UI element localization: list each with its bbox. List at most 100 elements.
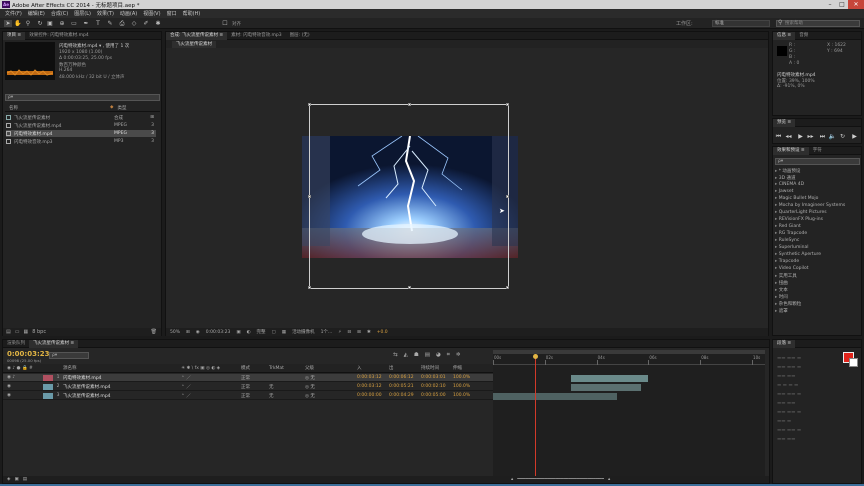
timeline-search-input[interactable]: ρ▾	[49, 352, 89, 359]
tab-character[interactable]: 字符	[809, 147, 826, 155]
tab-render-queue[interactable]: 渲染队列	[3, 340, 29, 348]
effect-category[interactable]: * 动画预设	[775, 168, 801, 174]
project-item[interactable]: 飞火流星传说素材 合成 ⊞	[6, 114, 156, 121]
play-icon[interactable]: ▶	[796, 133, 805, 140]
menu-composition[interactable]: 合成(C)	[48, 10, 71, 17]
zoom-in-icon[interactable]: ▴	[608, 477, 610, 482]
effect-category[interactable]: Red Giant	[775, 224, 801, 229]
brainstorm-icon[interactable]: ✲	[456, 352, 461, 359]
layer-duration[interactable]: 0:00:02:10	[421, 384, 453, 389]
effect-category[interactable]: 时间	[775, 294, 788, 300]
effects-search-input[interactable]: ρ▾	[775, 158, 860, 165]
playhead-line[interactable]	[535, 354, 537, 480]
layer-duration-bar[interactable]	[570, 375, 649, 382]
loop-icon[interactable]: ↻	[838, 133, 847, 140]
zoom-slider[interactable]: ━━━━━━━━━━━━━━━━━━━━━━━━━━━━━━━━	[517, 477, 604, 482]
transform-handle[interactable]	[506, 286, 509, 289]
layer-parent-select[interactable]: ◎ 无	[305, 384, 357, 390]
effect-category[interactable]: 遮罩	[775, 308, 788, 314]
menu-help[interactable]: 帮助(H)	[180, 10, 204, 17]
hide-shy-layers-icon[interactable]: ☗	[414, 352, 419, 359]
effect-category[interactable]: QuarterLight Pictures	[775, 210, 827, 215]
column-duration[interactable]: 持续时间	[421, 365, 453, 371]
text-tool-icon[interactable]: T	[94, 20, 102, 27]
menu-file[interactable]: 文件(F)	[2, 10, 25, 17]
snapshot-icon[interactable]: ◉	[196, 330, 200, 335]
layer-out-point[interactable]: 0:00:06:12	[389, 375, 421, 380]
graph-editor-icon[interactable]: ⌗	[447, 352, 450, 359]
layer-mode-select[interactable]: 正常	[241, 393, 269, 399]
layer-bounding-box[interactable]	[309, 104, 509, 289]
effect-category[interactable]: Jawset	[775, 189, 794, 194]
rotate-tool-icon[interactable]: ↻	[36, 20, 44, 27]
trash-icon[interactable]: 🗑	[151, 329, 157, 335]
search-help-input[interactable]: 搜索帮助	[776, 20, 860, 27]
exposure-value[interactable]: +0.0	[377, 330, 388, 335]
workspace-select[interactable]: 标准	[712, 20, 770, 27]
layer-stretch[interactable]: 100.0%	[453, 375, 470, 380]
hand-tool-icon[interactable]: ✋	[14, 20, 22, 27]
timeline-layer-row[interactable]: ◉ ♪ 1 闪电特效素材.mp4 ⌃ ／ 正常 ◎ 无 0:00:03:12 0…	[3, 374, 493, 382]
menu-layer[interactable]: 图层(L)	[71, 10, 94, 17]
interpret-footage-icon[interactable]: ▤	[6, 329, 11, 335]
clone-stamp-tool-icon[interactable]: ⎙	[118, 20, 126, 27]
new-folder-icon[interactable]: ▭	[15, 329, 20, 335]
last-frame-icon[interactable]: ⏭	[818, 133, 827, 140]
layer-in-point[interactable]: 0:00:03:12	[357, 375, 389, 380]
tab-audio[interactable]: 音频	[795, 32, 812, 40]
column-mode[interactable]: 模式	[241, 365, 269, 371]
effect-category[interactable]: 3D 通道	[775, 175, 796, 181]
project-item-selected[interactable]: 闪电特效素材.mp4 MPEG 3	[6, 130, 156, 137]
minimize-button[interactable]: –	[824, 0, 836, 9]
layer-label-color[interactable]	[43, 374, 53, 381]
new-comp-icon[interactable]: ▦	[23, 329, 28, 335]
transform-handle[interactable]	[506, 103, 509, 106]
transform-handle[interactable]	[408, 103, 411, 106]
layer-stretch[interactable]: 100.0%	[453, 384, 470, 389]
menu-animation[interactable]: 动画(A)	[117, 10, 140, 17]
timeline-current-time[interactable]: 0:00:03:23	[7, 350, 50, 358]
resolution-select[interactable]: 完整	[257, 329, 266, 335]
layer-parent-select[interactable]: ◎ 无	[305, 393, 357, 399]
effect-category[interactable]: CINEMA 4D	[775, 182, 804, 187]
layer-switches-icon[interactable]: ⌃ ／	[181, 384, 241, 390]
close-button[interactable]: ✕	[848, 0, 864, 9]
maximize-button[interactable]: □	[836, 0, 848, 9]
first-frame-icon[interactable]: ⏮	[774, 133, 783, 140]
column-source-name[interactable]: 源名称	[63, 365, 181, 371]
effect-category[interactable]: Trapcode	[775, 259, 799, 264]
layer-name[interactable]: 闪电特效素材.mp4	[63, 375, 181, 381]
transform-handle[interactable]	[308, 286, 311, 289]
stroke-color-swatch[interactable]	[849, 358, 858, 367]
column-trkmat[interactable]: TrkMat	[269, 366, 305, 371]
camera-tool-icon[interactable]: ▣	[46, 20, 54, 27]
layer-trkmat-select[interactable]: 无	[269, 393, 305, 399]
region-of-interest-icon[interactable]: ▢	[272, 330, 276, 335]
tab-project[interactable]: 项目 ≡	[3, 31, 26, 40]
layer-duration-bar[interactable]	[570, 384, 641, 391]
transform-handle[interactable]	[506, 195, 509, 198]
frame-blending-icon[interactable]: ▤	[425, 352, 430, 359]
layer-duration-bar[interactable]	[493, 393, 618, 400]
view-layout-select[interactable]: 1个...	[321, 329, 333, 335]
effect-category[interactable]: 扭曲	[775, 280, 788, 286]
fast-preview-icon[interactable]: ⚡	[338, 330, 341, 335]
effect-category[interactable]: Mocha by Imagineer Systems	[775, 203, 845, 208]
layer-label-color[interactable]	[43, 383, 53, 390]
eraser-tool-icon[interactable]: ◇	[130, 20, 138, 27]
brush-tool-icon[interactable]: ✎	[106, 20, 114, 27]
layer-visibility-icon[interactable]: ◉	[3, 393, 43, 398]
zoom-tool-icon[interactable]: ⚲	[24, 20, 32, 27]
layer-in-point[interactable]: 0:00:00:00	[357, 393, 389, 398]
current-time-display[interactable]: 0:00:03:23	[206, 330, 231, 335]
transform-handle[interactable]	[408, 286, 411, 289]
layer-mode-select[interactable]: 正常	[241, 375, 269, 381]
effect-category[interactable]: 实用工具	[775, 273, 797, 279]
effect-category[interactable]: REVisionFX Plug-ins	[775, 217, 823, 222]
rectangle-tool-icon[interactable]: ▭	[70, 20, 78, 27]
project-search-input[interactable]: ρ▾	[5, 94, 160, 101]
tab-info[interactable]: 信息 ≡	[773, 31, 796, 40]
tab-preview[interactable]: 预览 ≡	[773, 118, 796, 127]
flowchart-icon[interactable]: ⊞	[357, 330, 361, 335]
layer-visibility-icon[interactable]: ◉ ♪	[3, 375, 43, 380]
